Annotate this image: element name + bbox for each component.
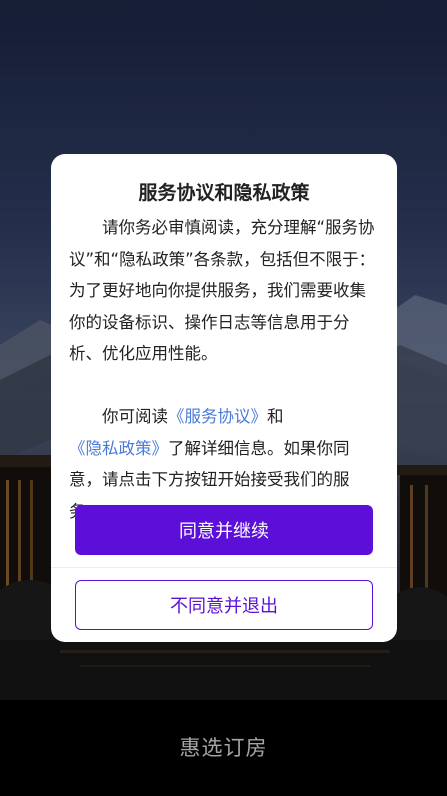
- dialog-body: 请你务必审慎阅读，充分理解“服务协议”和“隐私政策”各条款，包括但不限于：为了更…: [69, 212, 381, 527]
- splash-screen: 惠选订房 服务协议和隐私政策 请你务必审慎阅读，充分理解“服务协议”和“隐私政策…: [0, 0, 447, 796]
- agree-continue-button[interactable]: 同意并继续: [75, 505, 373, 555]
- button-divider: [51, 567, 397, 568]
- dialog-paragraph-1: 请你务必审慎阅读，充分理解“服务协议”和“隐私政策”各条款，包括但不限于：为了更…: [69, 218, 376, 363]
- paragraph-2-and: 和: [267, 407, 284, 426]
- privacy-policy-link[interactable]: 《隐私政策》: [69, 439, 168, 458]
- privacy-dialog: 服务协议和隐私政策 请你务必审慎阅读，充分理解“服务协议”和“隐私政策”各条款，…: [51, 154, 397, 642]
- service-agreement-link[interactable]: 《服务协议》: [168, 407, 267, 426]
- dialog-title: 服务协议和隐私政策: [138, 182, 310, 204]
- disagree-exit-button[interactable]: 不同意并退出: [75, 580, 373, 630]
- paragraph-2-prefix: 你可阅读: [102, 407, 168, 426]
